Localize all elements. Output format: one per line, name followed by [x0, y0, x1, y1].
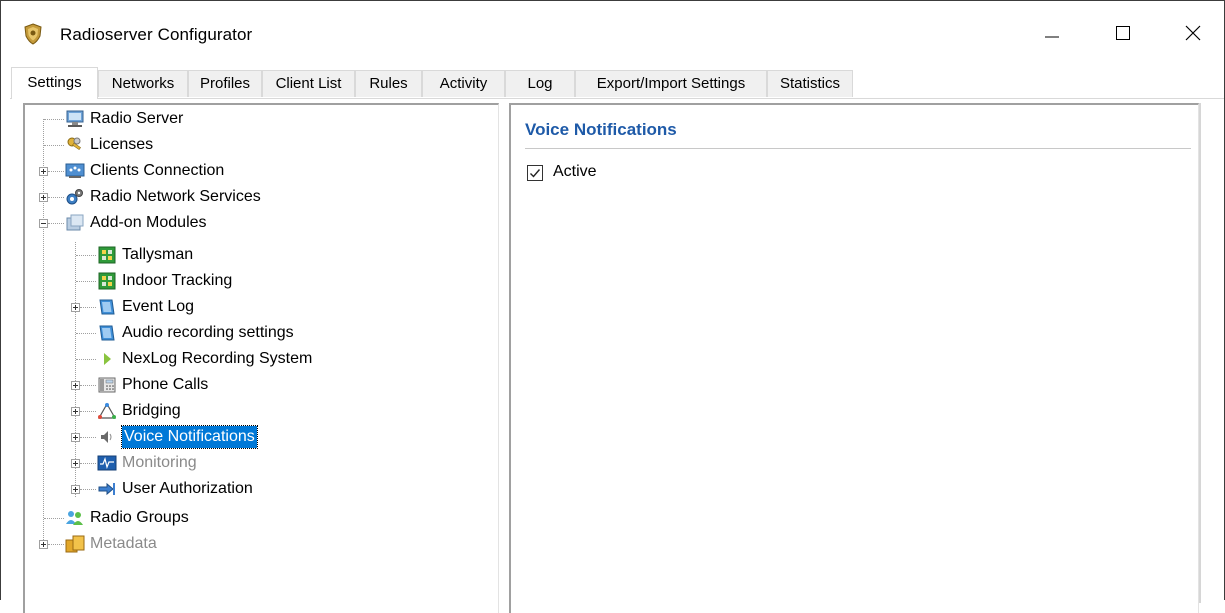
active-checkbox[interactable]	[527, 165, 543, 181]
login-arrow-icon	[98, 482, 115, 496]
tree-branch-line	[76, 333, 96, 334]
users-group-icon	[66, 511, 83, 525]
folders-icon	[65, 535, 85, 553]
expand-toggle[interactable]	[71, 381, 80, 390]
expand-toggle[interactable]	[71, 485, 80, 494]
tree-branch-line	[80, 437, 96, 438]
tree-branch-line	[48, 197, 64, 198]
tree-branch-line	[76, 281, 96, 282]
collapse-toggle[interactable]	[39, 219, 48, 228]
settings-tree[interactable]: Radio Server Licenses Clients Connection…	[25, 105, 497, 605]
tree-branch-line	[44, 518, 64, 519]
expand-toggle[interactable]	[39, 540, 48, 549]
checkmark-icon	[530, 169, 541, 178]
tree-item-label: Voice Notifications	[121, 425, 258, 449]
speaker-icon	[101, 431, 112, 443]
section-title: Voice Notifications	[525, 120, 677, 139]
tree-branch-line	[76, 359, 96, 360]
expand-toggle[interactable]	[71, 407, 80, 416]
log-book-icon	[99, 325, 115, 341]
minimize-button[interactable]	[1024, 1, 1080, 67]
tab-statistics[interactable]: Statistics	[767, 70, 853, 97]
expand-toggle[interactable]	[71, 303, 80, 312]
active-label[interactable]: Active	[553, 163, 597, 181]
tree-item-label: Audio recording settings	[122, 324, 294, 341]
close-icon	[1185, 25, 1201, 41]
expand-toggle[interactable]	[39, 193, 48, 202]
tree-branch-line	[80, 463, 96, 464]
detail-panel: Voice Notifications Active	[509, 103, 1199, 613]
tree-item-label: Radio Network Services	[90, 188, 261, 205]
expand-toggle[interactable]	[39, 167, 48, 176]
network-icon	[65, 163, 85, 178]
tree-branch-line	[44, 145, 64, 146]
tree-item-label: Tallysman	[122, 246, 194, 263]
panel-edge	[1199, 103, 1201, 603]
monitor-graph-icon	[97, 455, 117, 471]
tree-branch-line	[80, 411, 96, 412]
circuit-board-icon	[98, 272, 116, 290]
tab-export-import-settings[interactable]: Export/Import Settings	[575, 70, 767, 97]
tree-item-label: Indoor Tracking	[122, 272, 233, 289]
title-bar[interactable]: Radioserver Configurator	[1, 1, 1224, 67]
maximize-button[interactable]	[1094, 1, 1150, 67]
play-arrow-icon	[104, 353, 111, 365]
tree-branch-line	[80, 385, 96, 386]
tab-client-list[interactable]: Client List	[262, 70, 355, 97]
tree-branch-line	[48, 171, 64, 172]
settings-tree-panel[interactable]: Radio Server Licenses Clients Connection…	[23, 103, 499, 613]
tree-branch-line	[48, 223, 64, 224]
modules-icon	[66, 214, 84, 231]
tab-activity[interactable]: Activity	[422, 70, 505, 97]
log-book-icon	[99, 299, 115, 315]
bridge-triangle-icon	[97, 402, 117, 419]
shield-emblem-icon	[24, 23, 42, 45]
tree-item-label: Add-on Modules	[90, 214, 207, 231]
circuit-board-icon	[98, 246, 116, 264]
tree-guide-line	[43, 119, 44, 542]
tree-item-label: Licenses	[90, 136, 154, 153]
tab-page-border	[10, 98, 1224, 99]
server-monitor-icon	[66, 110, 84, 127]
tab-profiles[interactable]: Profiles	[188, 70, 262, 97]
phone-icon	[98, 377, 116, 393]
tree-item-label: Metadata	[90, 535, 157, 552]
tree-item-label: Radio Server	[90, 110, 184, 127]
tab-settings[interactable]: Settings	[11, 67, 98, 99]
minimize-icon	[1045, 36, 1059, 38]
app-window: Radioserver Configurator Settings Networ…	[0, 0, 1225, 613]
tree-item-label: Phone Calls	[122, 376, 209, 393]
expand-toggle[interactable]	[71, 459, 80, 468]
close-button[interactable]	[1164, 1, 1220, 67]
tree-branch-line	[48, 544, 64, 545]
gears-icon	[66, 189, 83, 205]
tree-branch-line	[80, 489, 96, 490]
window-title: Radioserver Configurator	[60, 25, 253, 44]
tab-strip: Settings Networks Profiles Client List R…	[1, 67, 1224, 99]
tree-item-label: NexLog Recording System	[122, 350, 313, 367]
maximize-icon	[1116, 26, 1130, 40]
section-divider	[525, 148, 1191, 149]
tree-item-label: Clients Connection	[90, 162, 225, 179]
tree-item-label: Radio Groups	[90, 509, 189, 526]
tree-item-label: Bridging	[122, 402, 181, 419]
tree-branch-line	[44, 119, 64, 120]
tree-item-label: Monitoring	[122, 454, 197, 471]
tree-branch-line	[76, 255, 96, 256]
expand-toggle[interactable]	[71, 433, 80, 442]
tree-item-label: Event Log	[122, 298, 195, 315]
tree-item-label: User Authorization	[122, 480, 253, 497]
tab-rules[interactable]: Rules	[355, 70, 422, 97]
tab-log[interactable]: Log	[505, 70, 575, 97]
tab-networks[interactable]: Networks	[98, 70, 188, 97]
tree-branch-line	[80, 307, 96, 308]
keys-icon	[67, 137, 81, 151]
